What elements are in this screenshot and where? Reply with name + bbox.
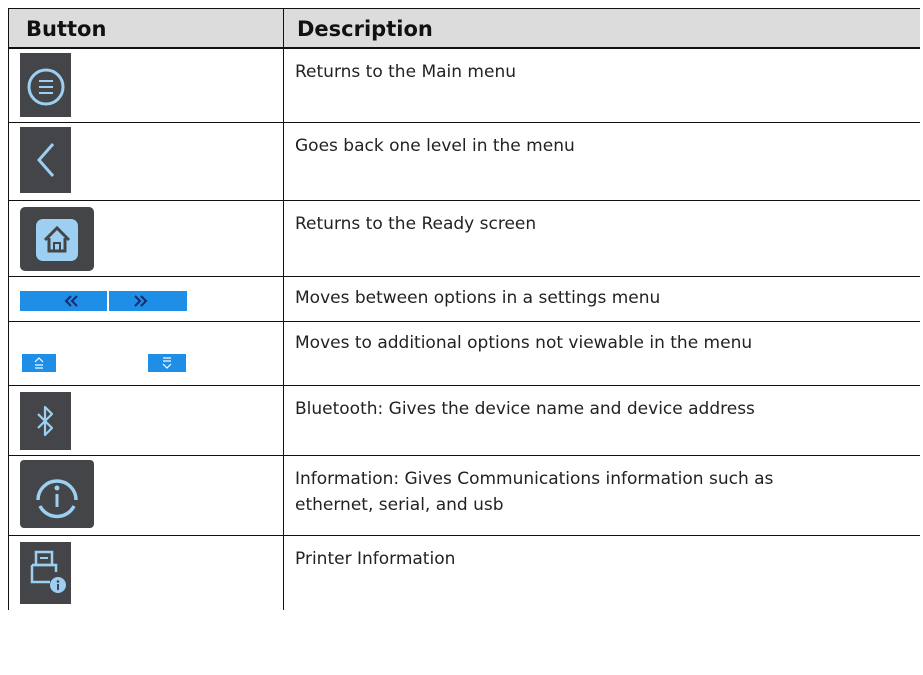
table-row: Bluetooth: Gives the device name and dev… (8, 386, 920, 456)
home-icon (20, 207, 94, 271)
back-chevron-icon (20, 127, 71, 193)
table-row: Returns to the Main menu (8, 49, 920, 123)
table-row: Information: Gives Communications inform… (8, 456, 920, 536)
column-divider (283, 456, 284, 535)
row-description: Returns to the Ready screen (295, 214, 537, 234)
column-divider (283, 277, 284, 321)
column-divider (283, 536, 284, 610)
previous-option-button (20, 291, 107, 311)
row-description: Information: Gives Communications inform… (295, 469, 774, 515)
row-description: Moves between options in a settings menu (295, 288, 661, 308)
scroll-up-button (22, 354, 56, 372)
bluetooth-icon (20, 392, 71, 450)
row-description: Goes back one level in the menu (295, 136, 575, 156)
next-option-button (109, 291, 187, 311)
button-description-table: Button Description Returns to the Main m… (8, 8, 920, 610)
header-description: Description (297, 17, 433, 41)
printer-information-icon (20, 542, 71, 604)
column-divider (283, 49, 284, 122)
column-divider (283, 386, 284, 455)
row-description: Moves to additional options not viewable… (295, 333, 753, 353)
table-row: Goes back one level in the menu (8, 123, 920, 201)
row-description: Returns to the Main menu (295, 62, 516, 82)
table-row: Moves to additional options not viewable… (8, 322, 920, 386)
column-divider (283, 201, 284, 276)
column-divider (283, 322, 284, 385)
table-row: Printer Information (8, 536, 920, 610)
table-row: Returns to the Ready screen (8, 201, 920, 277)
row-description: Printer Information (295, 549, 456, 569)
column-divider (283, 123, 284, 200)
header-button: Button (26, 17, 107, 41)
main-menu-icon (20, 53, 71, 117)
scroll-down-button (148, 354, 186, 372)
table-row: Moves between options in a settings menu (8, 277, 920, 322)
column-divider (283, 9, 284, 47)
row-description: Bluetooth: Gives the device name and dev… (295, 399, 755, 419)
table-header: Button Description (8, 8, 920, 49)
information-icon (20, 460, 94, 528)
